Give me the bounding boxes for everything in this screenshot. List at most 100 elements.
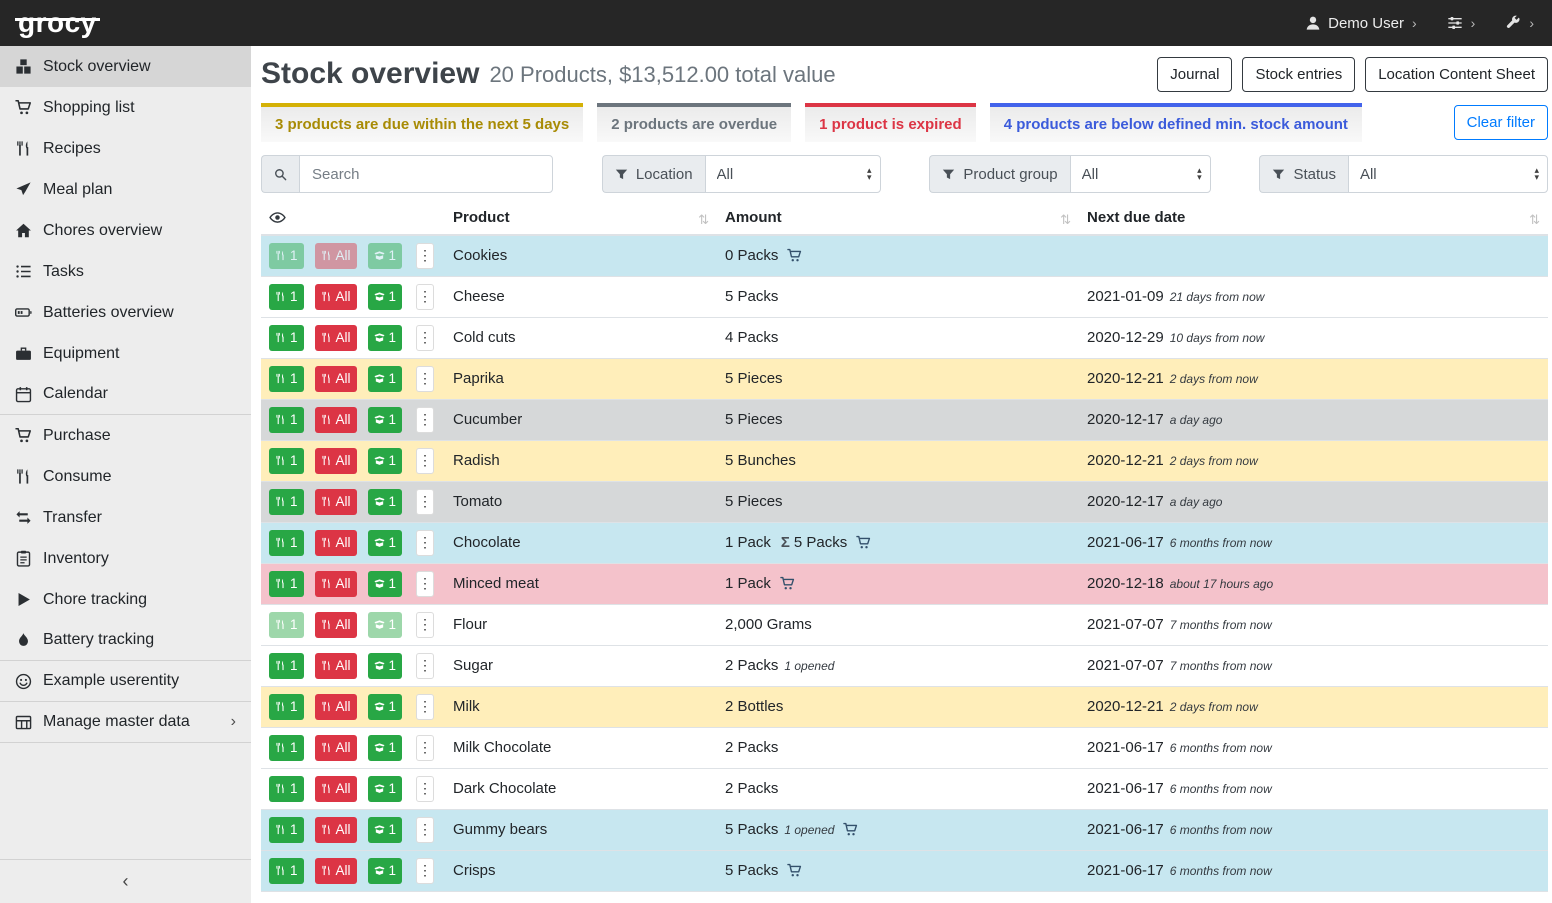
filter-select[interactable]: All — [705, 155, 881, 193]
consume-all-button[interactable]: All — [315, 448, 357, 474]
row-menu-button[interactable]: ⋮ — [416, 694, 434, 720]
mark-opened-button[interactable]: 1 — [368, 284, 403, 310]
consume-one-button[interactable]: 1 — [269, 817, 304, 843]
consume-all-button[interactable]: All — [315, 407, 357, 433]
mark-opened-button[interactable]: 1 — [368, 448, 403, 474]
consume-one-button[interactable]: 1 — [269, 612, 304, 638]
mark-opened-button[interactable]: 1 — [368, 735, 403, 761]
mark-opened-button[interactable]: 1 — [368, 407, 403, 433]
sidebar-item[interactable]: Meal plan — [0, 169, 251, 210]
mark-opened-button[interactable]: 1 — [368, 571, 403, 597]
consume-one-button[interactable]: 1 — [269, 407, 304, 433]
consume-all-button[interactable]: All — [315, 571, 357, 597]
mark-opened-button[interactable]: 1 — [368, 694, 403, 720]
row-menu-button[interactable]: ⋮ — [416, 489, 434, 515]
mark-opened-button[interactable]: 1 — [368, 612, 403, 638]
status-banner[interactable]: 3 products are due within the next 5 day… — [261, 103, 583, 142]
consume-one-button[interactable]: 1 — [269, 776, 304, 802]
sidebar-item[interactable]: Shopping list — [0, 87, 251, 128]
sidebar-item[interactable]: Batteries overview — [0, 292, 251, 333]
consume-all-button[interactable]: All — [315, 694, 357, 720]
consume-all-button[interactable]: All — [315, 653, 357, 679]
search-input[interactable] — [299, 155, 553, 193]
consume-one-button[interactable]: 1 — [269, 858, 304, 884]
mark-opened-button[interactable]: 1 — [368, 858, 403, 884]
row-menu-button[interactable]: ⋮ — [416, 284, 434, 310]
sidebar-item[interactable]: Stock overview — [0, 46, 251, 87]
settings-menu[interactable]: › — [1447, 15, 1476, 31]
mark-opened-button[interactable]: 1 — [368, 366, 403, 392]
shopping-cart-icon[interactable] — [787, 863, 802, 878]
consume-one-button[interactable]: 1 — [269, 448, 304, 474]
sidebar-collapse-button[interactable]: ‹ — [0, 859, 251, 903]
status-banner[interactable]: 1 product is expired — [805, 103, 976, 142]
consume-all-button[interactable]: All — [315, 776, 357, 802]
consume-all-button[interactable]: All — [315, 735, 357, 761]
sidebar-item[interactable]: Manage master data › — [0, 702, 251, 743]
consume-one-button[interactable]: 1 — [269, 653, 304, 679]
shopping-cart-icon[interactable] — [780, 576, 795, 591]
shopping-cart-icon[interactable] — [787, 248, 802, 263]
amount-column-header[interactable]: Amount ⇅ — [717, 202, 1079, 235]
user-menu[interactable]: Demo User › — [1305, 15, 1417, 32]
row-menu-button[interactable]: ⋮ — [416, 366, 434, 392]
admin-tools-menu[interactable]: › — [1505, 15, 1534, 31]
consume-one-button[interactable]: 1 — [269, 243, 304, 269]
row-menu-button[interactable]: ⋮ — [416, 858, 434, 884]
consume-all-button[interactable]: All — [315, 325, 357, 351]
clear-filter-button[interactable]: Clear filter — [1454, 105, 1548, 140]
mark-opened-button[interactable]: 1 — [368, 817, 403, 843]
mark-opened-button[interactable]: 1 — [368, 776, 403, 802]
row-menu-button[interactable]: ⋮ — [416, 407, 434, 433]
sidebar-item[interactable]: Battery tracking — [0, 620, 251, 661]
row-menu-button[interactable]: ⋮ — [416, 448, 434, 474]
visibility-column-header[interactable] — [261, 202, 445, 235]
sidebar-item[interactable]: Inventory — [0, 538, 251, 579]
consume-all-button[interactable]: All — [315, 612, 357, 638]
app-logo[interactable]: grocy — [18, 9, 97, 37]
mark-opened-button[interactable]: 1 — [368, 489, 403, 515]
row-menu-button[interactable]: ⋮ — [416, 530, 434, 556]
product-column-header[interactable]: Product ⇅ — [445, 202, 717, 235]
consume-all-button[interactable]: All — [315, 858, 357, 884]
consume-one-button[interactable]: 1 — [269, 284, 304, 310]
mark-opened-button[interactable]: 1 — [368, 243, 403, 269]
shopping-cart-icon[interactable] — [843, 822, 858, 837]
consume-one-button[interactable]: 1 — [269, 571, 304, 597]
sidebar-item[interactable]: Chores overview — [0, 210, 251, 251]
consume-all-button[interactable]: All — [315, 366, 357, 392]
row-menu-button[interactable]: ⋮ — [416, 653, 434, 679]
consume-one-button[interactable]: 1 — [269, 530, 304, 556]
sidebar-item[interactable]: Consume — [0, 456, 251, 497]
consume-one-button[interactable]: 1 — [269, 489, 304, 515]
row-menu-button[interactable]: ⋮ — [416, 325, 434, 351]
row-menu-button[interactable]: ⋮ — [416, 776, 434, 802]
sidebar-item[interactable]: Purchase — [0, 415, 251, 456]
sidebar-item[interactable]: Tasks — [0, 251, 251, 292]
header-action-button[interactable]: Stock entries — [1242, 57, 1355, 92]
consume-all-button[interactable]: All — [315, 817, 357, 843]
sidebar-item[interactable]: Recipes — [0, 128, 251, 169]
sidebar-item[interactable]: Chore tracking — [0, 579, 251, 620]
consume-all-button[interactable]: All — [315, 284, 357, 310]
filter-select[interactable]: All — [1348, 155, 1548, 193]
row-menu-button[interactable]: ⋮ — [416, 571, 434, 597]
sidebar-item[interactable]: Equipment — [0, 333, 251, 374]
consume-all-button[interactable]: All — [315, 243, 357, 269]
consume-one-button[interactable]: 1 — [269, 735, 304, 761]
due-date-column-header[interactable]: Next due date ⇅ — [1079, 202, 1548, 235]
consume-one-button[interactable]: 1 — [269, 325, 304, 351]
shopping-cart-icon[interactable] — [856, 535, 871, 550]
sidebar-item[interactable]: Calendar — [0, 374, 251, 415]
row-menu-button[interactable]: ⋮ — [416, 735, 434, 761]
consume-one-button[interactable]: 1 — [269, 366, 304, 392]
filter-select[interactable]: All — [1070, 155, 1211, 193]
row-menu-button[interactable]: ⋮ — [416, 612, 434, 638]
row-menu-button[interactable]: ⋮ — [416, 817, 434, 843]
mark-opened-button[interactable]: 1 — [368, 530, 403, 556]
consume-one-button[interactable]: 1 — [269, 694, 304, 720]
sidebar-item[interactable]: Example userentity — [0, 661, 251, 702]
row-menu-button[interactable]: ⋮ — [416, 243, 434, 269]
header-action-button[interactable]: Location Content Sheet — [1365, 57, 1548, 92]
mark-opened-button[interactable]: 1 — [368, 653, 403, 679]
